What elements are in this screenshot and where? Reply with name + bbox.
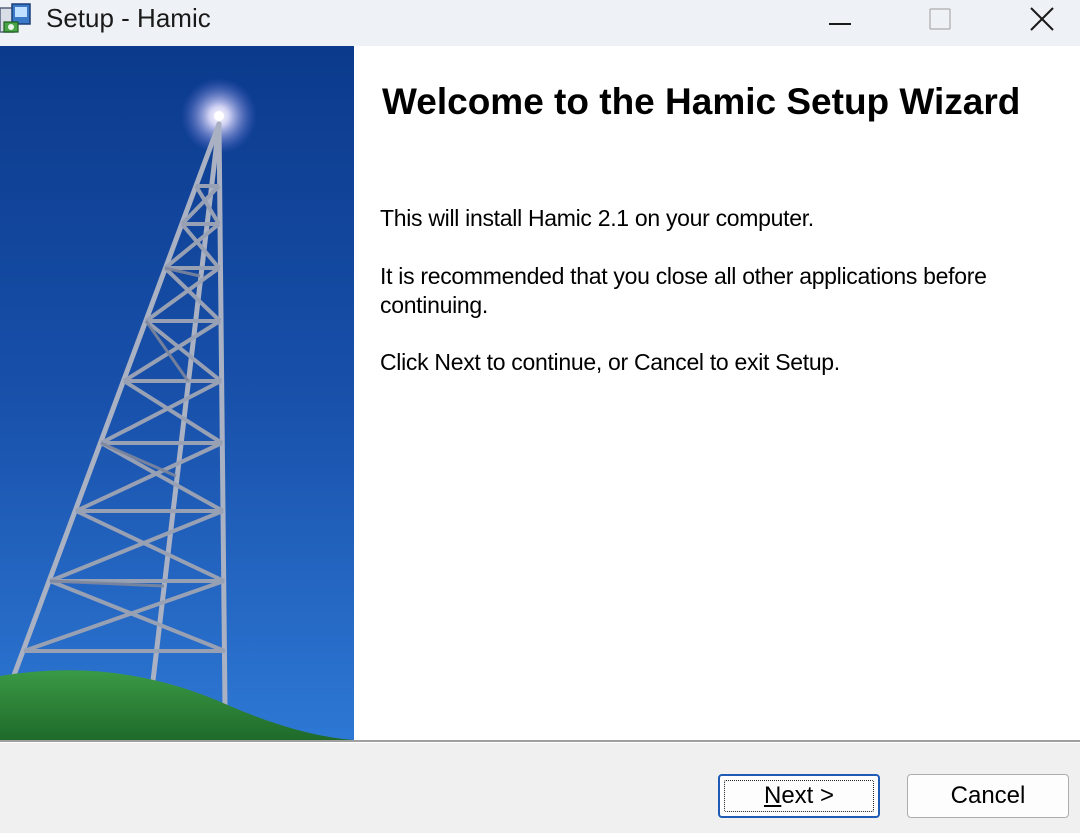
wizard-banner-image bbox=[0, 46, 354, 740]
next-button[interactable]: Next > bbox=[718, 774, 880, 818]
wizard-heading: Welcome to the Hamic Setup Wizard bbox=[382, 81, 1021, 122]
radio-tower-illustration bbox=[0, 46, 354, 740]
cancel-button[interactable]: Cancel bbox=[907, 774, 1069, 818]
close-apps-text: It is recommended that you close all oth… bbox=[380, 263, 987, 318]
close-icon bbox=[1028, 5, 1056, 38]
wizard-footer: Next > Cancel bbox=[0, 743, 1080, 833]
setup-app-icon bbox=[0, 0, 36, 36]
setup-window: Setup - Hamic Welcome to the Hamic Setup… bbox=[0, 0, 1080, 833]
continue-instructions-text: Click Next to continue, or Cancel to exi… bbox=[380, 349, 840, 375]
maximize-button[interactable] bbox=[890, 0, 990, 42]
maximize-icon bbox=[927, 6, 953, 37]
focus-ring bbox=[724, 780, 874, 812]
welcome-panel: Welcome to the Hamic Setup Wizard This w… bbox=[354, 46, 1080, 740]
close-button[interactable] bbox=[992, 0, 1080, 42]
window-title: Setup - Hamic bbox=[46, 3, 211, 33]
cancel-button-label: Cancel bbox=[950, 782, 1026, 809]
minimize-icon bbox=[827, 6, 853, 37]
install-info-text: This will install Hamic 2.1 on your comp… bbox=[380, 205, 814, 231]
title-bar[interactable]: Setup - Hamic bbox=[0, 0, 1080, 46]
minimize-button[interactable] bbox=[790, 0, 890, 42]
